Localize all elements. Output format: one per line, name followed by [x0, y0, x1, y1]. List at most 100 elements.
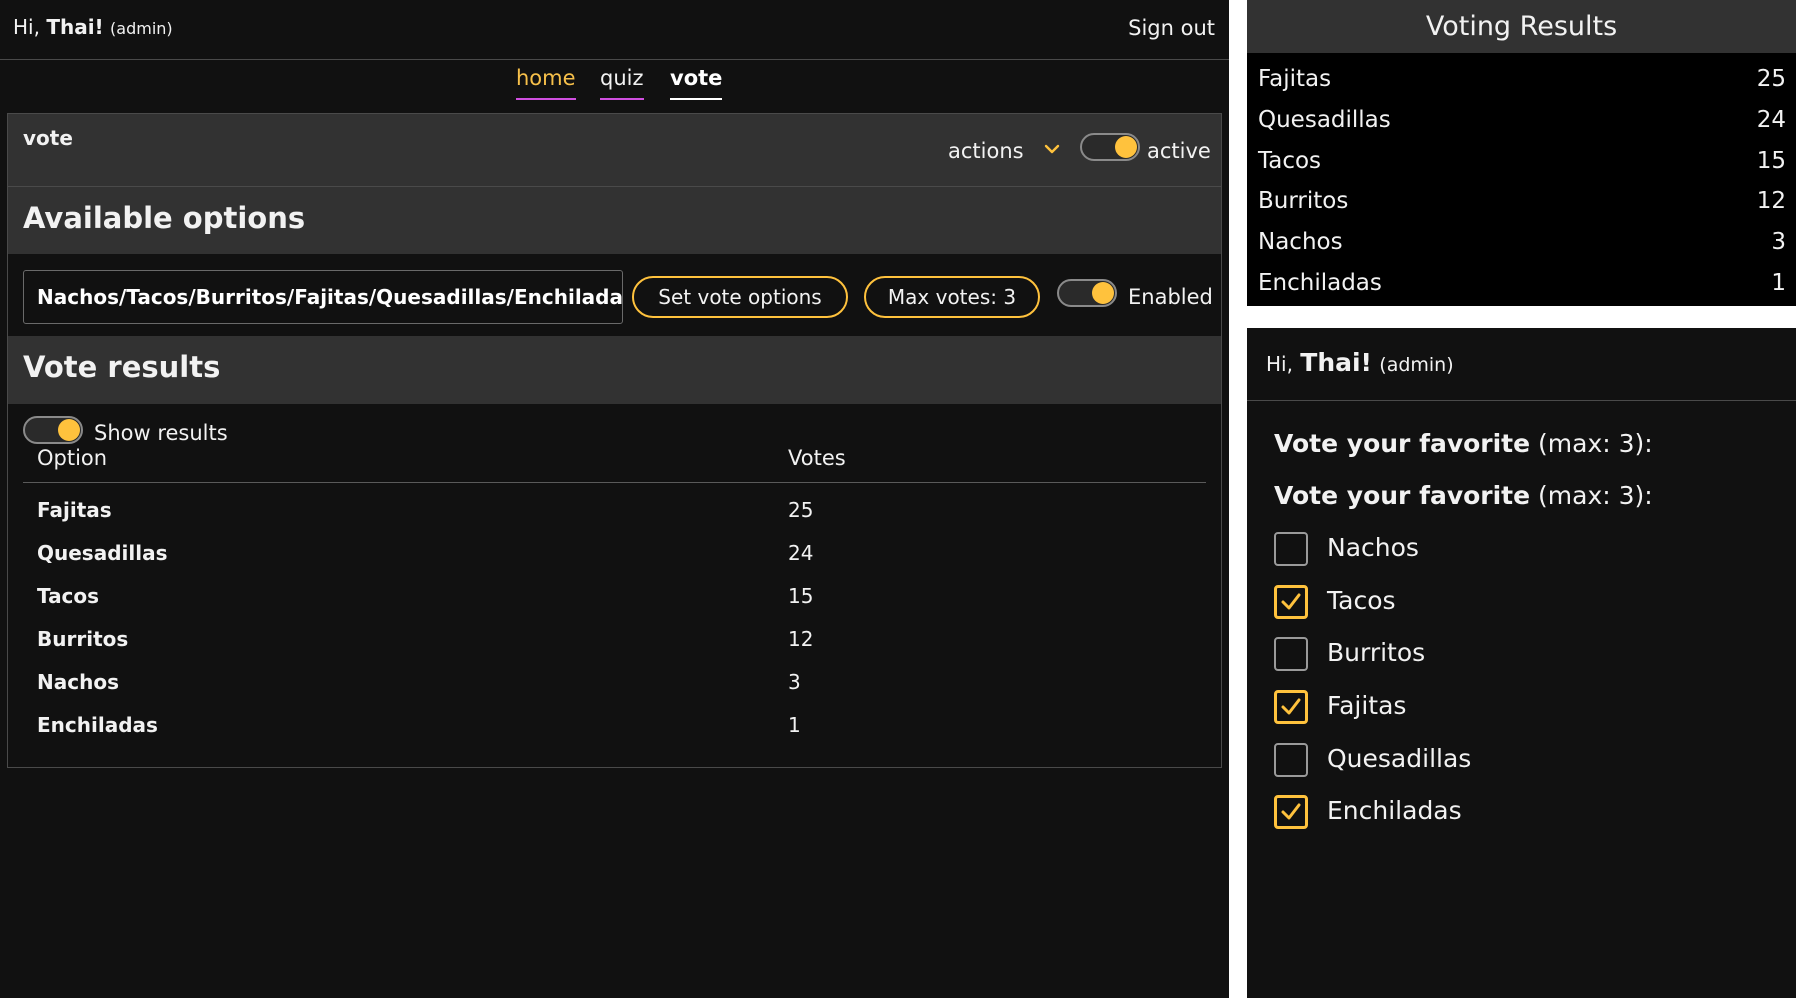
card-title: vote	[23, 126, 73, 150]
admin-panel: Hi, Thai! (admin) Sign out home quiz vot…	[0, 0, 1229, 998]
row-option: Enchiladas	[37, 713, 158, 737]
result-value: 24	[1756, 107, 1786, 133]
nav-tabs: home quiz vote	[0, 66, 1229, 104]
enabled-label: Enabled	[1128, 285, 1213, 309]
result-name: Burritos	[1258, 188, 1349, 214]
nav-home-link[interactable]: home	[516, 66, 576, 100]
show-results-label: Show results	[94, 421, 228, 445]
vote-options-input[interactable]	[23, 270, 623, 324]
voter-top-bar: Hi, Thai! (admin)	[1247, 328, 1796, 401]
result-row: Enchiladas 1	[1247, 264, 1796, 304]
result-row: Burritos 12	[1247, 182, 1796, 222]
toggle-knob	[1092, 282, 1114, 304]
result-row: Tacos 15	[1247, 142, 1796, 182]
checkbox[interactable]	[1274, 637, 1308, 671]
vote-option-label: Tacos	[1327, 586, 1396, 615]
column-header-option: Option	[37, 446, 108, 470]
vote-prompt: Vote your favorite (max: 3):	[1274, 481, 1653, 510]
available-options-header: Available options	[8, 187, 1221, 254]
row-votes: 25	[788, 498, 814, 522]
toggle-knob	[1115, 136, 1137, 158]
max-votes-button[interactable]: Max votes: 3	[864, 276, 1040, 318]
vote-prompt-rest: (max: 3):	[1530, 429, 1653, 458]
checkbox[interactable]	[1274, 743, 1308, 777]
result-name: Quesadillas	[1258, 107, 1391, 133]
row-votes: 24	[788, 541, 814, 565]
chevron-down-icon[interactable]	[1041, 138, 1063, 160]
vote-card-header: vote actions active	[8, 114, 1221, 187]
actions-dropdown[interactable]: actions	[948, 139, 1024, 163]
nav-quiz-link[interactable]: quiz	[600, 66, 644, 100]
result-name: Enchiladas	[1258, 270, 1382, 296]
active-label: active	[1147, 139, 1211, 163]
table-row: Tacos 15	[23, 574, 1206, 614]
vote-option-label: Quesadillas	[1327, 744, 1472, 773]
table-row: Burritos 12	[23, 617, 1206, 657]
checkbox[interactable]	[1274, 690, 1308, 724]
voter-greeting: Hi, Thai! (admin)	[1266, 348, 1454, 377]
vote-option-enchiladas[interactable]: Enchiladas	[1274, 792, 1774, 832]
vote-option-fajitas[interactable]: Fajitas	[1274, 687, 1774, 727]
table-row: Quesadillas 24	[23, 531, 1206, 571]
result-value: 25	[1756, 66, 1786, 92]
table-row: Nachos 3	[23, 660, 1206, 700]
result-value: 15	[1756, 148, 1786, 174]
table-row: Enchiladas 1	[23, 703, 1206, 743]
vote-prompt-bold: Vote your favorite	[1274, 429, 1531, 458]
row-votes: 12	[788, 627, 814, 651]
checkmark-icon	[1281, 803, 1301, 820]
vote-prompt-rest: (max: 3):	[1530, 481, 1653, 510]
row-option: Nachos	[37, 670, 119, 694]
row-option: Tacos	[37, 584, 100, 608]
result-value: 12	[1756, 188, 1786, 214]
checkbox[interactable]	[1274, 795, 1308, 829]
table-row: Fajitas 25	[23, 488, 1206, 528]
result-name: Nachos	[1258, 229, 1343, 255]
admin-greeting: Hi, Thai! (admin)	[13, 15, 173, 39]
greeting-role: (admin)	[110, 19, 173, 38]
row-option: Burritos	[37, 627, 129, 651]
sign-out-link[interactable]: Sign out	[1128, 16, 1215, 40]
greeting-hi: Hi,	[1266, 352, 1293, 376]
vote-prompt-bold: Vote your favorite	[1274, 481, 1531, 510]
vote-option-label: Burritos	[1327, 638, 1426, 667]
admin-top-bar: Hi, Thai! (admin) Sign out	[0, 0, 1229, 60]
greeting-role: (admin)	[1379, 354, 1454, 376]
column-header-votes: Votes	[788, 446, 846, 470]
vote-prompt: Vote your favorite (max: 3):	[1274, 429, 1653, 458]
show-results-toggle[interactable]	[23, 416, 83, 444]
vote-results-title: Vote results	[23, 350, 221, 384]
checkmark-icon	[1281, 593, 1301, 610]
result-value: 1	[1771, 270, 1786, 296]
vote-card: vote actions active Available options Se…	[7, 113, 1222, 768]
enabled-toggle[interactable]	[1057, 279, 1117, 307]
row-votes: 3	[788, 670, 801, 694]
row-votes: 1	[788, 713, 801, 737]
vote-option-burritos[interactable]: Burritos	[1274, 634, 1774, 674]
set-vote-options-button[interactable]: Set vote options	[632, 276, 848, 318]
result-name: Tacos	[1258, 148, 1322, 174]
checkbox[interactable]	[1274, 532, 1308, 566]
voter-panel: Hi, Thai! (admin) Vote your favorite (ma…	[1247, 328, 1796, 998]
row-option: Quesadillas	[37, 541, 168, 565]
vote-option-nachos[interactable]: Nachos	[1274, 529, 1774, 569]
result-name: Fajitas	[1258, 66, 1332, 92]
checkmark-icon	[1281, 698, 1301, 715]
vote-option-label: Enchiladas	[1327, 796, 1462, 825]
active-toggle[interactable]	[1080, 133, 1140, 161]
vote-option-tacos[interactable]: Tacos	[1274, 582, 1774, 622]
greeting-name: Thai!	[46, 15, 104, 39]
result-row: Quesadillas 24	[1247, 101, 1796, 141]
voting-results-title: Voting Results	[1247, 0, 1796, 53]
nav-vote-link[interactable]: vote	[670, 66, 723, 100]
voting-results-panel: Voting Results Fajitas 25 Quesadillas 24…	[1247, 0, 1796, 306]
row-option: Fajitas	[37, 498, 112, 522]
vote-results-header: Vote results	[8, 336, 1221, 404]
toggle-knob	[58, 419, 80, 441]
greeting-name: Thai!	[1300, 348, 1372, 377]
header-divider	[23, 482, 1206, 483]
available-options-title: Available options	[23, 201, 306, 235]
checkbox[interactable]	[1274, 585, 1308, 619]
vote-option-label: Fajitas	[1327, 691, 1407, 720]
vote-option-quesadillas[interactable]: Quesadillas	[1274, 740, 1774, 780]
